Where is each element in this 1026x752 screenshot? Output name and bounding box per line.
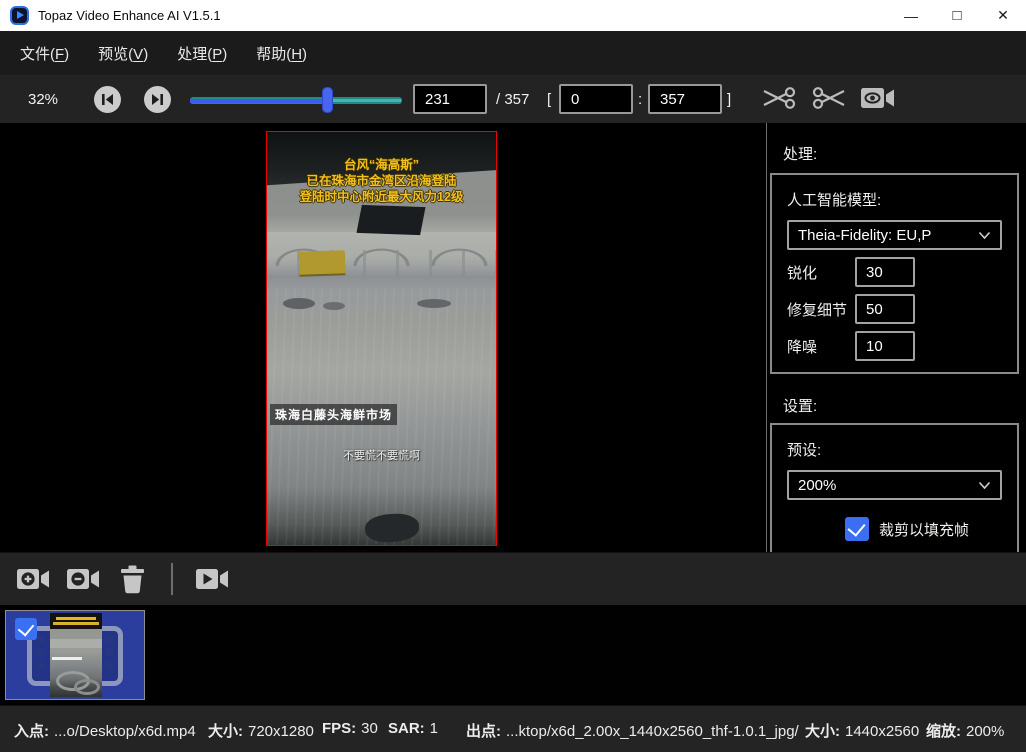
toolbar-divider [171, 563, 173, 595]
denoise-label: 降噪 [787, 336, 855, 357]
main-area: 台风“海高斯” 已在珠海市金湾区沿海登陆 登陆时中心附近最大风力12级 珠海白藤… [0, 123, 1026, 552]
camera-minus-icon [67, 565, 100, 593]
menubar: 文件(F) 预览(V) 处理(P) 帮助(H) [0, 31, 1026, 75]
status-fps: FPS:30 [322, 720, 378, 737]
app-logo-icon [10, 6, 29, 25]
status-output-path: 出点:...ktop/x6d_2.00x_1440x2560_thf-1.0.1… [466, 720, 799, 741]
camera-plus-icon [17, 565, 50, 593]
chevron-down-icon [978, 231, 991, 240]
denoise-row: 降噪 [787, 331, 1002, 361]
preview-car [417, 299, 451, 308]
clip-toolbar [0, 552, 1026, 605]
status-output-size: 大小:1440x2560 [805, 720, 919, 741]
minimize-button[interactable]: — [888, 0, 934, 31]
ai-model-dropdown[interactable]: Theia-Fidelity: EU,P [787, 220, 1002, 250]
maximize-button[interactable]: □ [934, 0, 980, 31]
bracket-close-label: ] [727, 91, 731, 108]
trim-end-button[interactable] [811, 84, 847, 112]
slider-track-remaining [328, 99, 401, 102]
status-input-size: 大小:720x1280 [208, 720, 314, 741]
trim-start-input[interactable] [559, 84, 633, 114]
slider-track-progress [190, 99, 327, 103]
sharpen-input[interactable] [855, 257, 915, 287]
titlebar: Topaz Video Enhance AI V1.5.1 — □ ✕ [0, 0, 1026, 31]
trim-end-input[interactable] [648, 84, 722, 114]
zoom-level-label: 32% [28, 91, 58, 108]
skip-start-icon [101, 93, 114, 106]
delete-button[interactable] [119, 564, 146, 595]
preset-value: 200% [798, 477, 836, 494]
thumbnail-checkbox[interactable] [15, 618, 37, 640]
skip-to-start-button[interactable] [94, 86, 121, 113]
preview-car [323, 302, 345, 310]
slider-handle[interactable] [322, 87, 333, 113]
process-heading: 处理: [783, 143, 817, 164]
preview-wiper [356, 205, 425, 235]
status-sar: SAR:1 [388, 720, 438, 737]
camera-eye-icon [861, 84, 895, 112]
remove-video-button[interactable] [67, 565, 100, 593]
ai-model-value: Theia-Fidelity: EU,P [798, 227, 931, 244]
restore-detail-label: 修复细节 [787, 299, 855, 320]
video-thumbnail-image [50, 613, 102, 697]
preview-location-caption: 珠海白藤头海鲜市场 [270, 404, 397, 425]
caption-line: 登陆时中心附近最大风力12级 [267, 189, 496, 205]
preset-dropdown[interactable]: 200% [787, 470, 1002, 500]
settings-heading: 设置: [783, 395, 817, 416]
settings-groupbox: 预设: 200% 裁剪以填充帧 [770, 423, 1019, 552]
cut-left-icon [761, 84, 797, 112]
process-video-button[interactable] [196, 565, 229, 593]
trim-start-button[interactable] [761, 84, 797, 112]
cut-right-icon [811, 84, 847, 112]
current-frame-input[interactable] [413, 84, 487, 114]
skip-to-end-button[interactable] [144, 86, 171, 113]
skip-end-icon [151, 93, 164, 106]
preview-title-captions: 台风“海高斯” 已在珠海市金湾区沿海登陆 登陆时中心附近最大风力12级 [267, 157, 496, 205]
restore-detail-row: 修复细节 [787, 294, 1002, 324]
denoise-input[interactable] [855, 331, 915, 361]
status-scale: 缩放:200% [926, 720, 1004, 741]
total-frames-label: / 357 [496, 91, 529, 108]
status-input-path: 入点:...o/Desktop/x6d.mp4 [14, 720, 196, 741]
window-controls: — □ ✕ [888, 0, 1026, 31]
menu-help[interactable]: 帮助(H) [250, 39, 313, 68]
menu-process[interactable]: 处理(P) [171, 39, 233, 68]
chevron-down-icon [978, 481, 991, 490]
preview-sub-caption: 不要慌不要慌啊 [267, 447, 496, 463]
close-button[interactable]: ✕ [980, 0, 1026, 31]
crop-to-fill-checkbox[interactable] [845, 517, 869, 541]
menu-preview[interactable]: 预览(V) [92, 39, 154, 68]
crop-to-fill-row: 裁剪以填充帧 [845, 517, 1002, 541]
process-groupbox: 人工智能模型: Theia-Fidelity: EU,P 锐化 修复细节 降噪 [770, 173, 1019, 374]
sharpen-label: 锐化 [787, 262, 855, 283]
statusbar: 入点:...o/Desktop/x6d.mp4 大小:720x1280 FPS:… [0, 705, 1026, 752]
trash-icon [119, 564, 146, 595]
window-title: Topaz Video Enhance AI V1.5.1 [38, 8, 221, 23]
menu-file[interactable]: 文件(F) [14, 39, 75, 68]
caption-line: 已在珠海市金湾区沿海登陆 [267, 173, 496, 189]
playback-toolbar: 32% / 357 [ : ] [0, 75, 1026, 123]
preview-original-button[interactable] [861, 84, 895, 112]
preview-car [283, 298, 315, 309]
preset-label: 预设: [787, 439, 1002, 460]
video-thumbnail-tile[interactable] [5, 610, 145, 700]
caption-line: 台风“海高斯” [267, 157, 496, 173]
preview-yellow-sign [299, 250, 346, 275]
add-video-button[interactable] [17, 565, 50, 593]
colon-label: : [638, 91, 642, 108]
bracket-open-label: [ [547, 91, 551, 108]
panel-divider [766, 123, 767, 552]
camera-play-icon [196, 565, 229, 593]
thumbnail-strip [0, 605, 1026, 705]
sharpen-row: 锐化 [787, 257, 1002, 287]
ai-model-label: 人工智能模型: [787, 189, 1002, 210]
restore-detail-input[interactable] [855, 294, 915, 324]
video-preview: 台风“海高斯” 已在珠海市金湾区沿海登陆 登陆时中心附近最大风力12级 珠海白藤… [266, 131, 497, 546]
crop-to-fill-label: 裁剪以填充帧 [879, 519, 969, 540]
frame-slider[interactable] [190, 87, 402, 113]
